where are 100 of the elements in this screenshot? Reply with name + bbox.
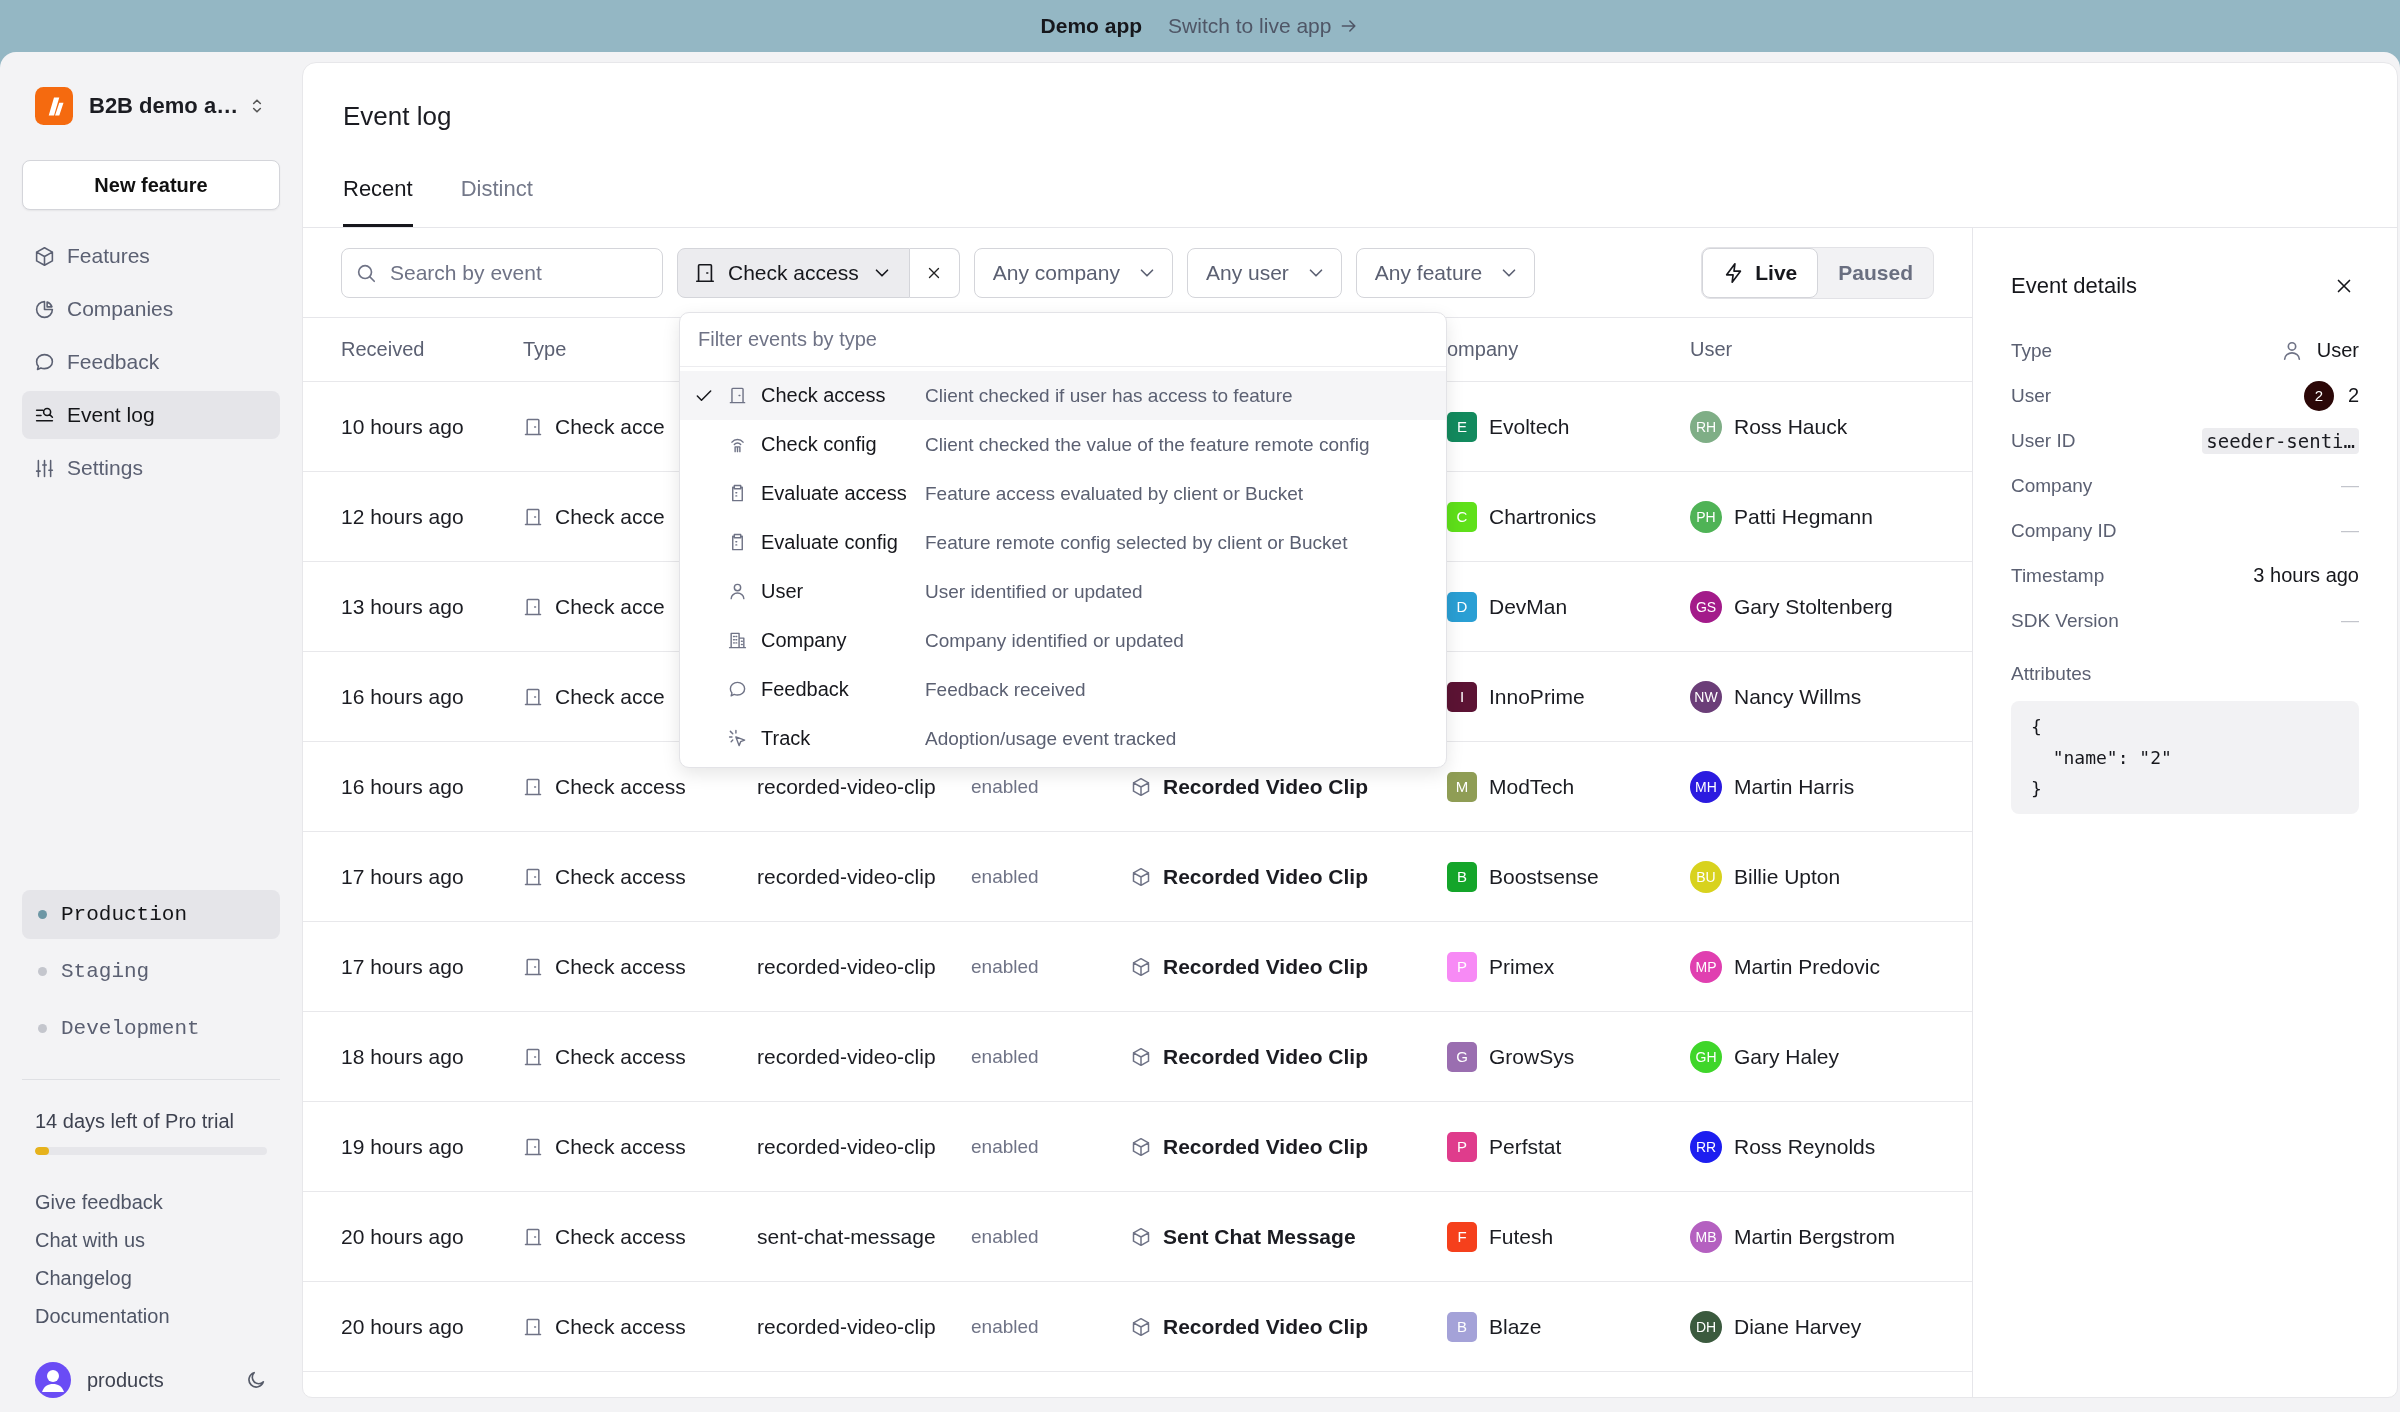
- table-cell: Chartronics: [1489, 504, 1597, 529]
- menu-item[interactable]: Check config Client checked the value of the feature remote config: [680, 420, 1446, 469]
- table-cell: Check access: [555, 1314, 686, 1339]
- filter-dropdown[interactable]: Any company: [973, 247, 1173, 298]
- table-cell: Recorded Video Clip: [1163, 864, 1368, 889]
- sliders-icon: [34, 457, 55, 479]
- switch-app-link[interactable]: Switch to live app: [1168, 14, 1360, 38]
- menu-item[interactable]: Track Adoption/usage event tracked: [680, 714, 1446, 763]
- menu-item[interactable]: User User identified or updated: [680, 567, 1446, 616]
- user-avatar: MB: [1690, 1220, 1722, 1253]
- company-logo: B: [1447, 861, 1477, 892]
- status-text: enabled: [971, 1225, 1040, 1248]
- menu-item[interactable]: Evaluate config Feature remote config selected by client or Bucket: [680, 518, 1446, 567]
- trial-text: 14 days left of Pro trial: [34, 1110, 235, 1133]
- sidebar-link[interactable]: Changelog: [35, 1267, 280, 1290]
- table-cell: DevMan: [1489, 594, 1568, 619]
- field-label: Type: [2011, 339, 2053, 362]
- field-value: 3 hours ago: [2253, 564, 2359, 587]
- status-text: enabled: [971, 775, 1040, 798]
- sidebar-item[interactable]: Settings: [22, 444, 280, 492]
- user-avatar: MH: [1690, 770, 1722, 803]
- door-icon: [523, 1136, 543, 1157]
- company-logo: M: [1447, 771, 1477, 802]
- status-text: enabled: [971, 1135, 1040, 1158]
- table-cell-text: 19 hours ago: [341, 1134, 465, 1159]
- company-logo: I: [1447, 681, 1477, 712]
- table-cell-text: recorded-video-clip: [757, 864, 937, 889]
- table-cell: Blaze: [1489, 1314, 1542, 1339]
- table-cell: Martin Harris: [1734, 774, 1855, 799]
- account-name[interactable]: products: [87, 1368, 229, 1392]
- table-cell: Sent Chat Message: [1163, 1224, 1356, 1249]
- environment-item[interactable]: Production: [22, 890, 280, 939]
- menu-item[interactable]: Company Company identified or updated: [680, 616, 1446, 665]
- environment-item[interactable]: Development: [22, 1004, 280, 1053]
- user-avatar: GH: [1690, 1040, 1722, 1073]
- cursor-icon: [728, 729, 747, 748]
- search-field[interactable]: Search by event: [341, 247, 663, 298]
- sidebar-item[interactable]: Features: [22, 232, 280, 280]
- table-cell-text: 16 hours ago: [341, 774, 465, 799]
- field-value: User: [2316, 339, 2359, 362]
- table-cell: InnoPrime: [1489, 684, 1585, 709]
- user-avatar: GS: [1690, 590, 1722, 623]
- status-text: enabled: [971, 1045, 1040, 1068]
- company-logo: G: [1447, 1041, 1477, 1072]
- person-icon: [728, 582, 747, 601]
- field-label: Timestamp: [2011, 564, 2105, 587]
- cube-icon: [1131, 1226, 1151, 1247]
- column-header: ompany: [1447, 338, 1519, 361]
- cube-icon: [34, 245, 55, 267]
- user-avatar: MP: [1690, 950, 1722, 983]
- user-id-value: seeder-senti…: [2202, 427, 2359, 454]
- status-text: enabled: [971, 1315, 1040, 1338]
- menu-filter-field[interactable]: Filter events by type: [680, 313, 1446, 367]
- type-filter-dropdown[interactable]: Check access: [677, 247, 910, 298]
- company-logo: F: [1447, 1221, 1477, 1252]
- table-cell-text: recorded-video-clip: [757, 1044, 937, 1069]
- cube-icon: [1131, 1136, 1151, 1157]
- demo-app-label: Demo app: [1040, 14, 1143, 38]
- door-icon: [523, 686, 543, 707]
- field-value: 2: [2347, 384, 2359, 407]
- avatar-icon: [35, 1362, 71, 1398]
- cube-icon: [1131, 776, 1151, 797]
- sidebar-link[interactable]: Chat with us: [35, 1229, 280, 1252]
- toggle-option[interactable]: Live: [1702, 247, 1819, 298]
- door-icon: [523, 596, 543, 617]
- sidebar-item[interactable]: Companies: [22, 285, 280, 333]
- tab[interactable]: Recent: [343, 176, 413, 227]
- sidebar-item[interactable]: Feedback: [22, 338, 280, 386]
- table-cell: Recorded Video Clip: [1163, 1134, 1368, 1159]
- attributes-label: Attributes: [2011, 663, 2093, 685]
- table-cell: Diane Harvey: [1734, 1314, 1862, 1339]
- table-cell: Check acce: [555, 594, 665, 619]
- filter-dropdown[interactable]: Any feature: [1355, 247, 1536, 298]
- column-header: Received: [341, 338, 425, 361]
- environment-item[interactable]: Staging: [22, 947, 280, 996]
- sidebar-link[interactable]: Documentation: [35, 1305, 280, 1328]
- page-title: Event log: [343, 101, 453, 132]
- field-label: User ID: [2011, 429, 2076, 452]
- menu-item[interactable]: Feedback Feedback received: [680, 665, 1446, 714]
- table-cell-text: 20 hours ago: [341, 1314, 465, 1339]
- user-avatar: DH: [1690, 1310, 1722, 1343]
- field-label: Company: [2011, 474, 2093, 497]
- table-cell: Recorded Video Clip: [1163, 1044, 1368, 1069]
- sidebar-item[interactable]: Event log: [22, 391, 280, 439]
- workspace-name[interactable]: B2B demo a…: [89, 93, 247, 119]
- menu-item[interactable]: Check access Client checked if user has access to feature: [680, 371, 1446, 420]
- filter-dropdown[interactable]: Any user: [1186, 247, 1342, 298]
- cube-icon: [1131, 956, 1151, 977]
- menu-item[interactable]: Evaluate access Feature access evaluated by client or Bucket: [680, 469, 1446, 518]
- column-header: Type: [523, 338, 567, 361]
- toggle-option[interactable]: Paused: [1818, 247, 1933, 298]
- sidebar-link[interactable]: Give feedback: [35, 1191, 280, 1214]
- tab[interactable]: Distinct: [460, 176, 533, 227]
- table-cell: Recorded Video Clip: [1163, 774, 1368, 799]
- table-cell: Check access: [555, 774, 686, 799]
- table-cell: Primex: [1489, 954, 1555, 979]
- column-header: User: [1690, 338, 1733, 361]
- new-feature-button[interactable]: New feature: [22, 160, 280, 210]
- table-cell: Billie Upton: [1734, 864, 1841, 889]
- table-cell: Ross Reynolds: [1734, 1134, 1876, 1159]
